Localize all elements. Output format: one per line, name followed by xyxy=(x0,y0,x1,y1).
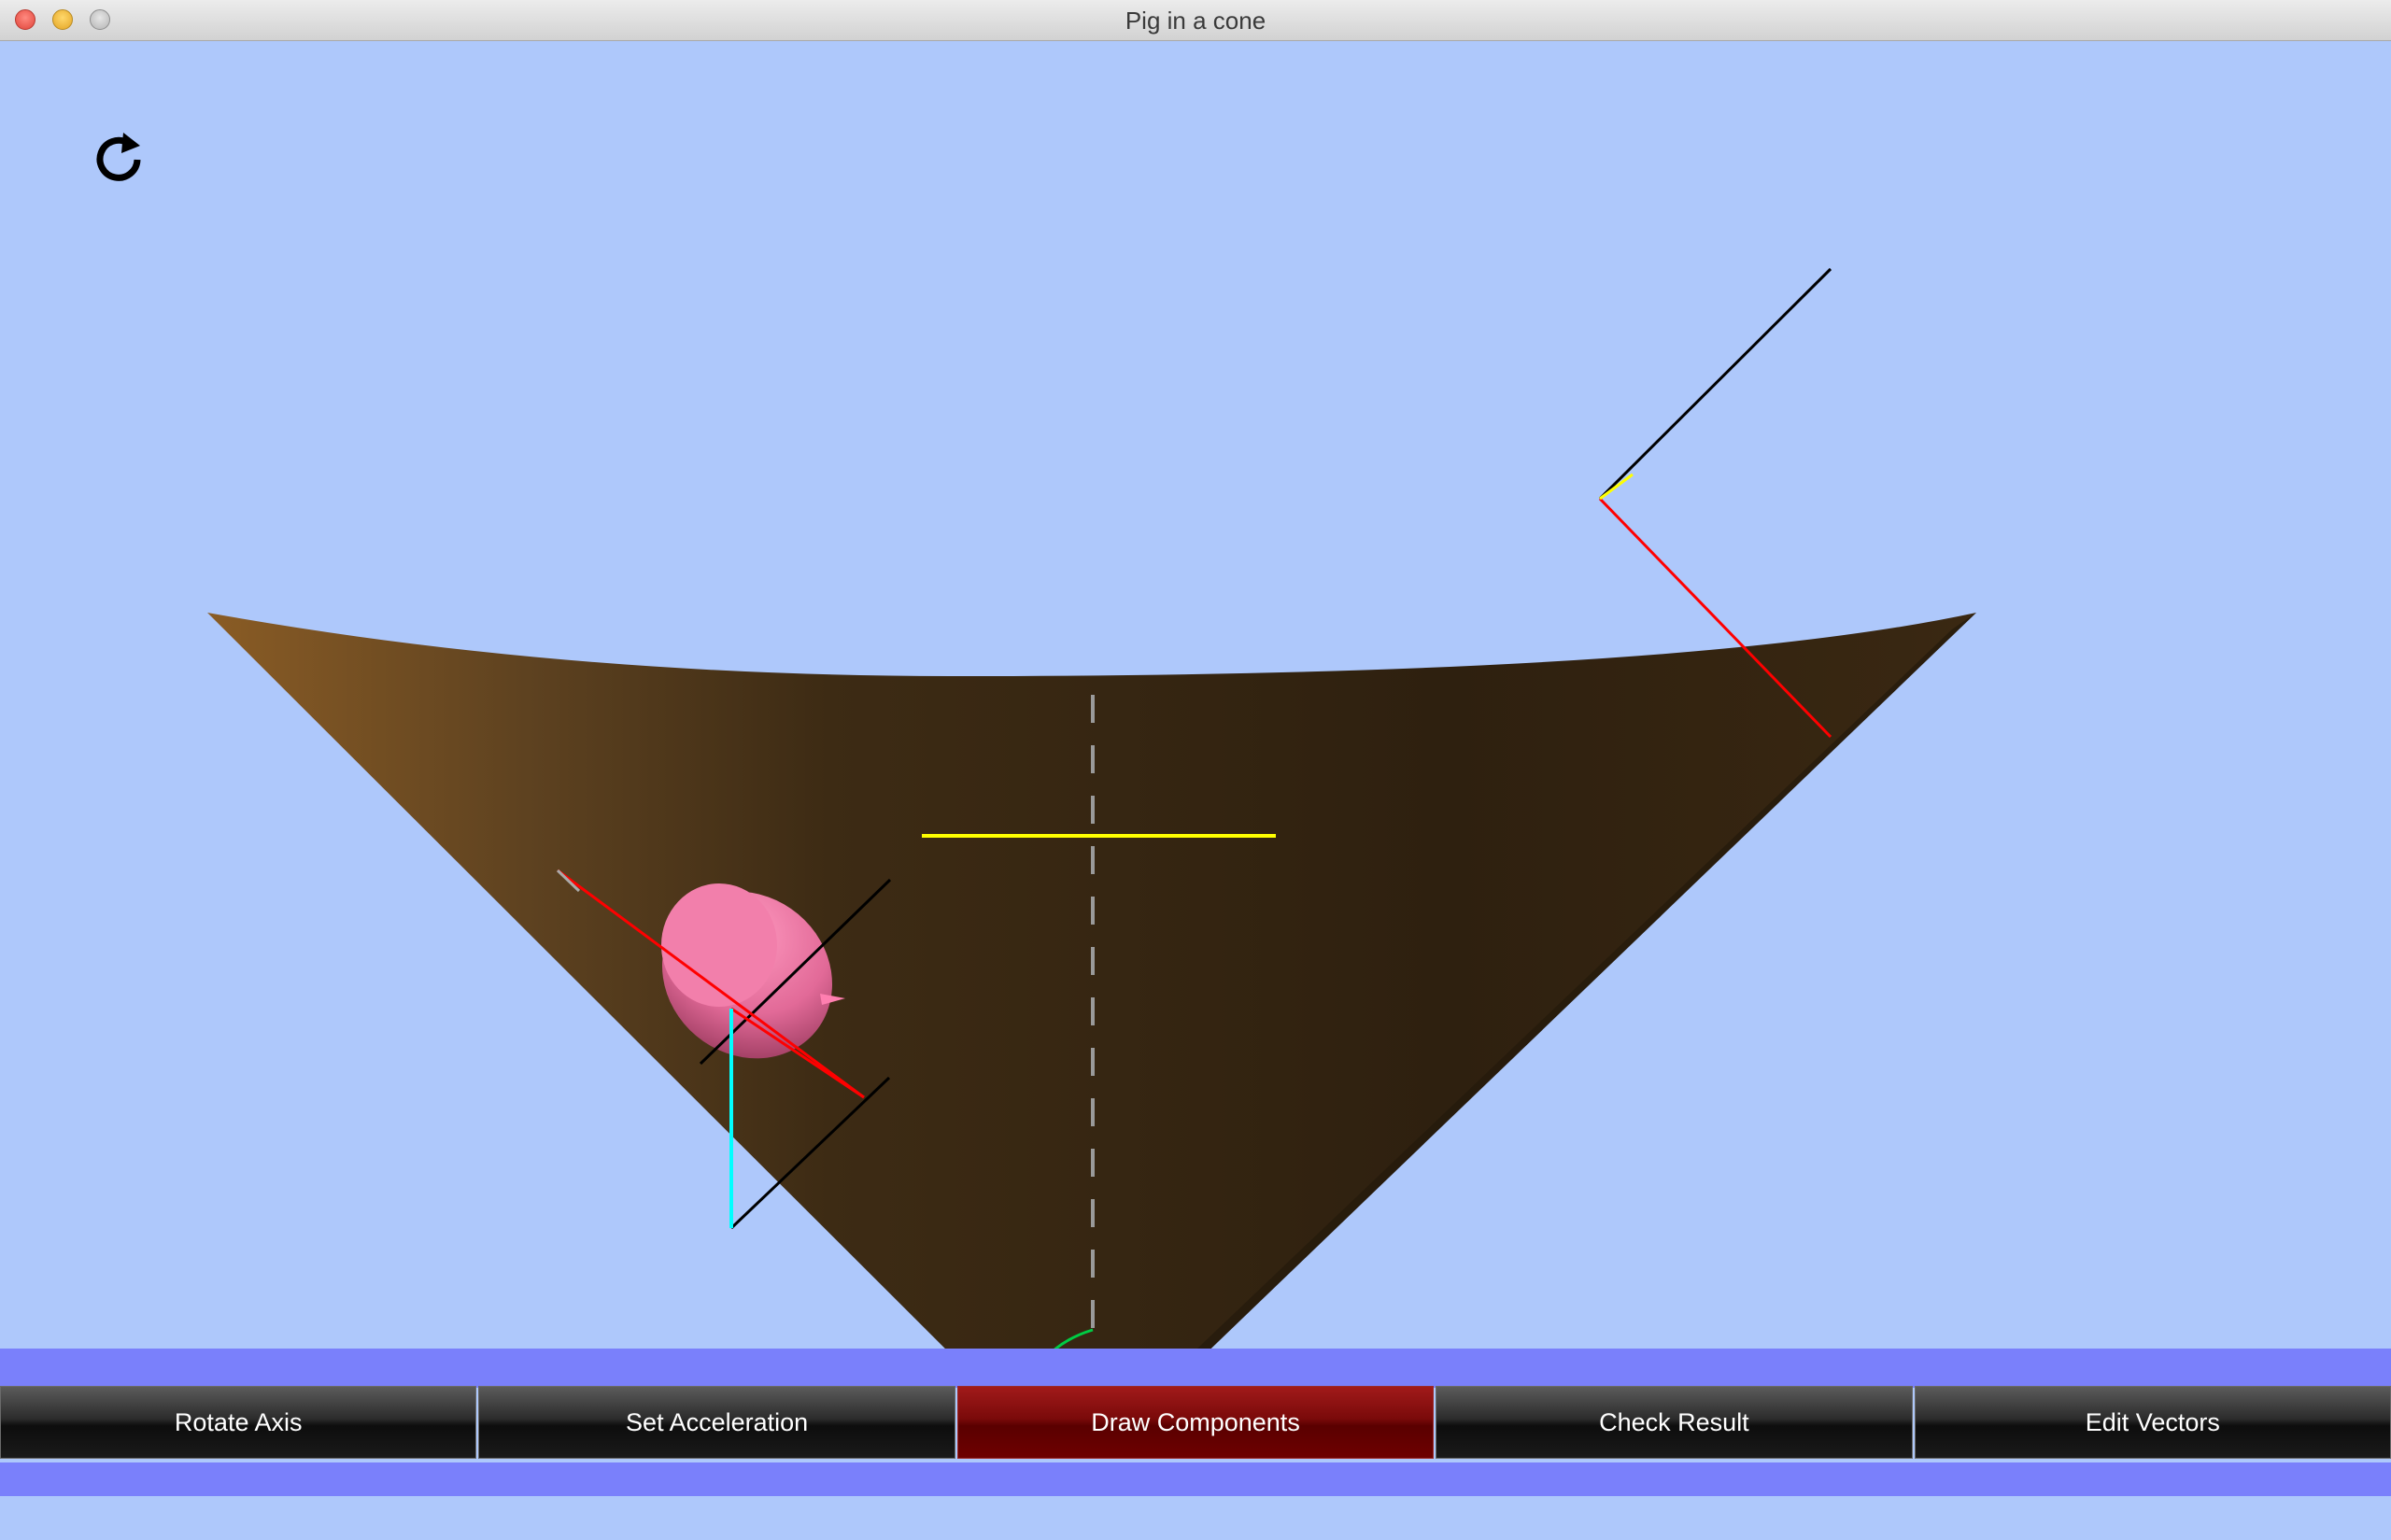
edit-vectors-button[interactable]: Edit Vectors xyxy=(1914,1386,2391,1459)
vector-diagram-yellow xyxy=(1599,473,1634,501)
window-title: Pig in a cone xyxy=(1125,7,1266,35)
scene-canvas xyxy=(207,267,1976,1387)
rotate-reset-icon[interactable] xyxy=(86,127,151,192)
toolbar-top-strip xyxy=(0,1349,2391,1388)
3d-scene[interactable] xyxy=(0,41,2391,1535)
window-titlebar: Pig in a cone xyxy=(0,0,2391,41)
bottom-toolbar: Rotate Axis Set Acceleration Draw Compon… xyxy=(0,1386,2391,1461)
bottom-margin xyxy=(0,1496,2391,1535)
draw-components-button[interactable]: Draw Components xyxy=(956,1386,1435,1459)
vector-diagram-black xyxy=(1598,267,1832,501)
check-result-button[interactable]: Check Result xyxy=(1436,1386,1913,1459)
rotate-axis-button[interactable]: Rotate Axis xyxy=(0,1386,477,1459)
toolbar-bottom-strip xyxy=(0,1462,2391,1496)
set-acceleration-button[interactable]: Set Acceleration xyxy=(478,1386,955,1459)
